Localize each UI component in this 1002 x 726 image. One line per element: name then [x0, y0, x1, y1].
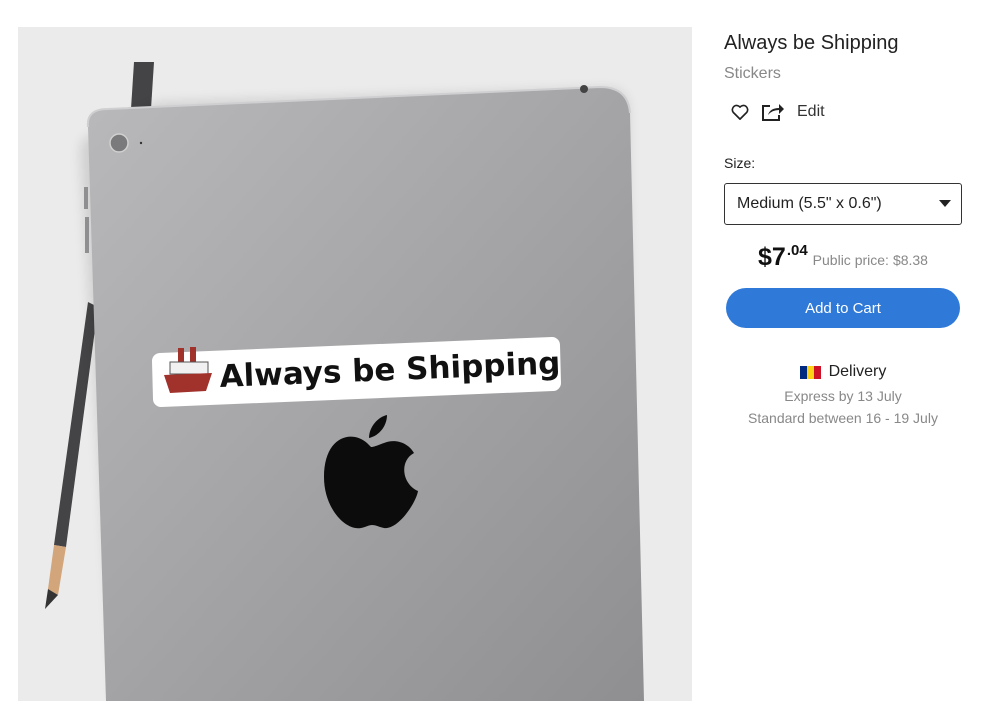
delivery-standard: Standard between 16 - 19 July: [748, 410, 938, 426]
romania-flag-icon: [799, 365, 821, 379]
edit-button[interactable]: Edit: [797, 98, 825, 126]
share-button[interactable]: [757, 98, 787, 126]
product-panel: Always be Shipping Stickers Edit Size: M…: [724, 27, 962, 429]
caret-down-icon: [939, 200, 951, 207]
size-label: Size:: [724, 155, 756, 171]
price-currency: $: [758, 243, 772, 271]
price-cents: .04: [786, 242, 808, 259]
product-image: Always be Shipping: [18, 27, 692, 701]
favorite-button[interactable]: [725, 98, 755, 126]
delivery-express: Express by 13 July: [784, 388, 902, 404]
size-select-value: Medium (5.5" x 0.6"): [737, 195, 882, 212]
product-title: Always be Shipping: [724, 32, 899, 54]
public-price-label: Public price:: [812, 252, 889, 268]
price-dollars: 7: [771, 243, 786, 271]
delivery-info: Delivery Express by 13 July Standard bet…: [724, 362, 962, 429]
flag-stripe-blue: [799, 365, 807, 379]
product-actions: Edit: [724, 98, 962, 126]
price: $7.04 Public price: $8.38: [724, 242, 962, 273]
size-select[interactable]: Medium (5.5" x 0.6"): [724, 183, 962, 225]
add-to-cart-button[interactable]: Add to Cart: [726, 288, 960, 328]
product-category[interactable]: Stickers: [724, 64, 962, 84]
flag-stripe-red: [813, 365, 821, 379]
delivery-title: Delivery: [828, 363, 887, 380]
heart-icon: [731, 104, 749, 120]
sticker: Always be Shipping: [152, 337, 561, 407]
flag-stripe-yellow: [806, 365, 814, 379]
public-price-value: $8.38: [892, 252, 928, 268]
share-icon: [762, 104, 784, 121]
